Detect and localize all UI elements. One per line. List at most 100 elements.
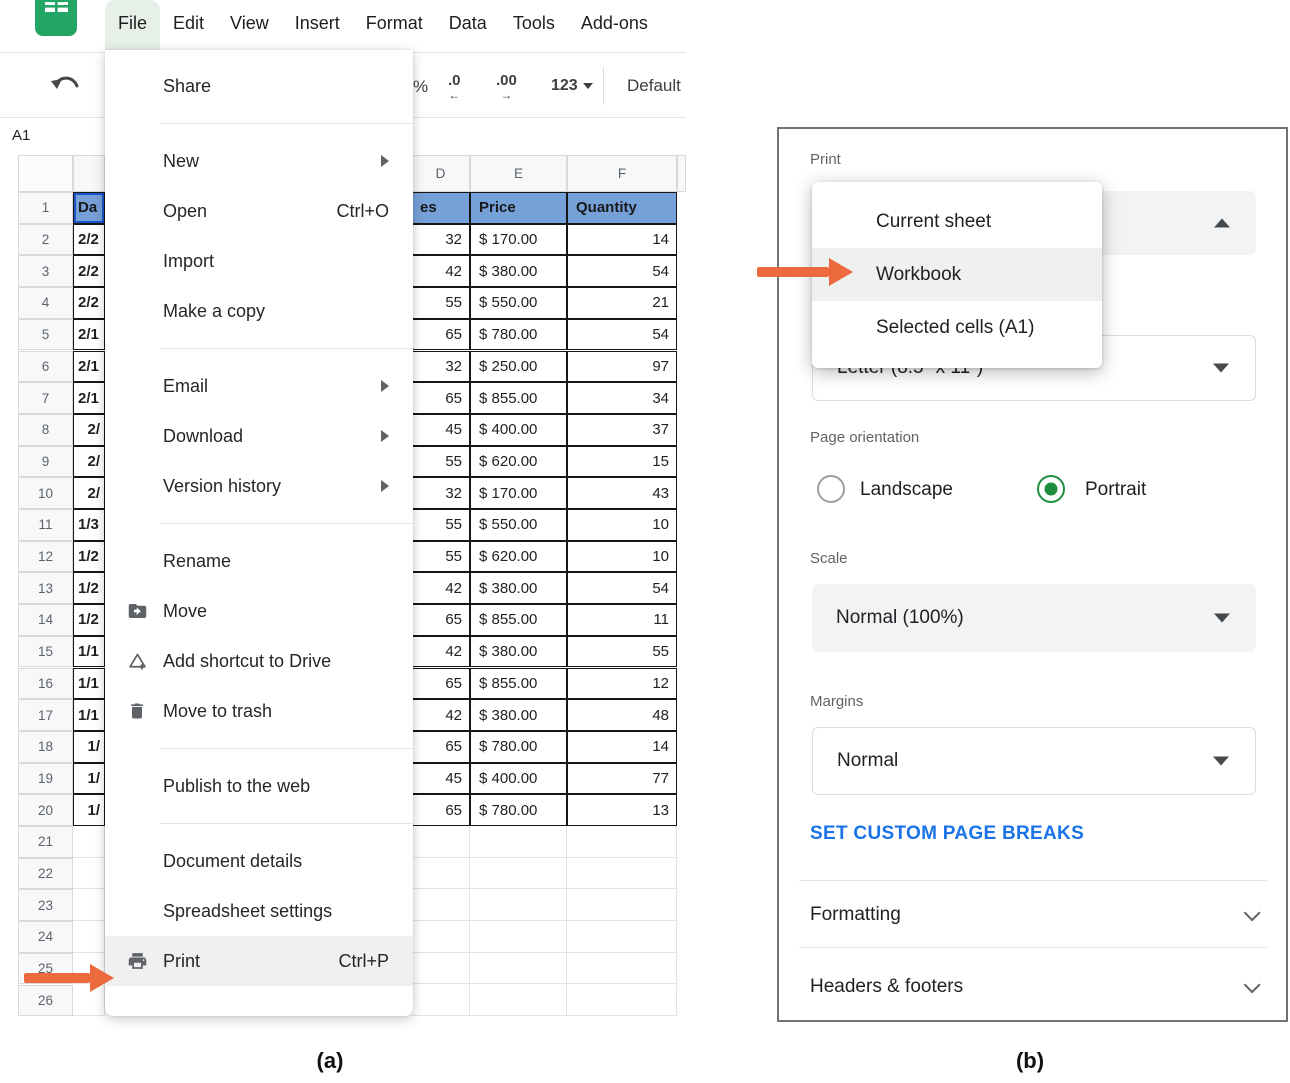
cell-d7[interactable]: 65 [411, 382, 470, 414]
cell-f21[interactable] [567, 826, 677, 858]
cell-a7[interactable]: 2/1 [73, 382, 105, 414]
menubar-item-view[interactable]: View [217, 0, 282, 52]
cell-a12[interactable]: 1/2 [73, 541, 105, 573]
cell-d3[interactable]: 42 [411, 255, 470, 287]
cell-a3[interactable]: 2/2 [73, 255, 105, 287]
cell-e26[interactable] [470, 985, 567, 1017]
cell-d26[interactable] [411, 985, 470, 1017]
cell-e8[interactable]: $ 400.00 [470, 414, 567, 446]
cell-e25[interactable] [470, 953, 567, 985]
font-selector[interactable]: Default [627, 76, 681, 96]
cell-f1[interactable]: Quantity [567, 192, 677, 224]
cell-f14[interactable]: 11 [567, 604, 677, 636]
file-menu-item-version-history[interactable]: Version history [105, 461, 413, 511]
cell-f15[interactable]: 55 [567, 636, 677, 668]
row-header-8[interactable]: 8 [18, 414, 73, 446]
cell-e7[interactable]: $ 855.00 [470, 382, 567, 414]
cell-e9[interactable]: $ 620.00 [470, 446, 567, 478]
cell-a21[interactable] [73, 826, 105, 858]
sheets-logo-icon[interactable] [33, 0, 79, 43]
row-header-18[interactable]: 18 [18, 731, 73, 763]
row-header-1[interactable]: 1 [18, 192, 73, 224]
cell-e12[interactable]: $ 620.00 [470, 541, 567, 573]
cell-a8[interactable]: 2/ [73, 414, 105, 446]
row-header-21[interactable]: 21 [18, 826, 73, 858]
menubar-item-edit[interactable]: Edit [160, 0, 217, 52]
menubar-item-data[interactable]: Data [436, 0, 500, 52]
cell-a16[interactable]: 1/1 [73, 668, 105, 700]
menubar-item-insert[interactable]: Insert [282, 0, 353, 52]
cell-d19[interactable]: 45 [411, 763, 470, 795]
increase-decimal-button[interactable]: .00 → [496, 73, 517, 101]
column-header-d[interactable]: D [411, 155, 470, 192]
file-menu-item-document-details[interactable]: Document details [105, 836, 413, 886]
margins-select[interactable]: Normal [812, 727, 1256, 795]
cell-f23[interactable] [567, 889, 677, 921]
cell-e24[interactable] [470, 921, 567, 953]
row-header-7[interactable]: 7 [18, 382, 73, 414]
file-menu-item-move-to-trash[interactable]: Move to trash [105, 686, 413, 736]
cell-e11[interactable]: $ 550.00 [470, 509, 567, 541]
cell-d18[interactable]: 65 [411, 731, 470, 763]
cell-f18[interactable]: 14 [567, 731, 677, 763]
file-menu-item-download[interactable]: Download [105, 411, 413, 461]
cell-e17[interactable]: $ 380.00 [470, 699, 567, 731]
cell-d17[interactable]: 42 [411, 699, 470, 731]
file-menu-item-spreadsheet-settings[interactable]: Spreadsheet settings [105, 886, 413, 936]
cell-e1[interactable]: Price [470, 192, 567, 224]
cell-a6[interactable]: 2/1 [73, 351, 105, 383]
cell-a23[interactable] [73, 889, 105, 921]
row-header-6[interactable]: 6 [18, 351, 73, 383]
landscape-radio[interactable] [817, 475, 845, 503]
cell-f19[interactable]: 77 [567, 763, 677, 795]
number-format-button[interactable]: 123 [551, 77, 593, 95]
cell-a17[interactable]: 1/1 [73, 699, 105, 731]
cell-f26[interactable] [567, 985, 677, 1017]
cell-d22[interactable] [411, 858, 470, 890]
headers-footers-section-row[interactable]: Headers & footers [779, 963, 1290, 1011]
cell-f2[interactable]: 14 [567, 224, 677, 256]
file-menu-item-email[interactable]: Email [105, 361, 413, 411]
row-header-3[interactable]: 3 [18, 255, 73, 287]
print-range-option-current-sheet[interactable]: Current sheet [812, 195, 1102, 248]
column-header-e[interactable]: E [470, 155, 567, 192]
cell-f3[interactable]: 54 [567, 255, 677, 287]
file-menu-item-move[interactable]: Move [105, 586, 413, 636]
file-menu-item-print[interactable]: PrintCtrl+P [105, 936, 413, 986]
cell-d23[interactable] [411, 889, 470, 921]
cell-a18[interactable]: 1/ [73, 731, 105, 763]
cell-a11[interactable]: 1/3 [73, 509, 105, 541]
print-range-option-selected-cells-a1-[interactable]: Selected cells (A1) [812, 301, 1102, 354]
menubar-item-format[interactable]: Format [353, 0, 436, 52]
cell-e18[interactable]: $ 780.00 [470, 731, 567, 763]
cell-a14[interactable]: 1/2 [73, 604, 105, 636]
cell-e19[interactable]: $ 400.00 [470, 763, 567, 795]
decrease-decimal-button[interactable]: .0 ← [448, 73, 461, 101]
row-header-24[interactable]: 24 [18, 921, 73, 953]
cell-a22[interactable] [73, 858, 105, 890]
cell-a4[interactable]: 2/2 [73, 287, 105, 319]
row-header-14[interactable]: 14 [18, 604, 73, 636]
cell-e16[interactable]: $ 855.00 [470, 668, 567, 700]
cell-a9[interactable]: 2/ [73, 446, 105, 478]
cell-e22[interactable] [470, 858, 567, 890]
grid-corner[interactable] [18, 155, 73, 192]
portrait-label[interactable]: Portrait [1085, 479, 1146, 501]
cell-d13[interactable]: 42 [411, 572, 470, 604]
row-header-20[interactable]: 20 [18, 794, 73, 826]
cell-e6[interactable]: $ 250.00 [470, 351, 567, 383]
cell-f5[interactable]: 54 [567, 319, 677, 351]
portrait-radio[interactable] [1037, 475, 1065, 503]
cell-f8[interactable]: 37 [567, 414, 677, 446]
print-range-option-workbook[interactable]: Workbook [812, 248, 1102, 301]
name-box[interactable]: A1 [12, 127, 30, 144]
file-menu-item-new[interactable]: New [105, 136, 413, 186]
cell-a1-selected[interactable]: Da [73, 192, 105, 224]
cell-f7[interactable]: 34 [567, 382, 677, 414]
cell-f24[interactable] [567, 921, 677, 953]
cell-d15[interactable]: 42 [411, 636, 470, 668]
cell-a19[interactable]: 1/ [73, 763, 105, 795]
cell-e10[interactable]: $ 170.00 [470, 477, 567, 509]
row-header-13[interactable]: 13 [18, 572, 73, 604]
cell-a24[interactable] [73, 921, 105, 953]
